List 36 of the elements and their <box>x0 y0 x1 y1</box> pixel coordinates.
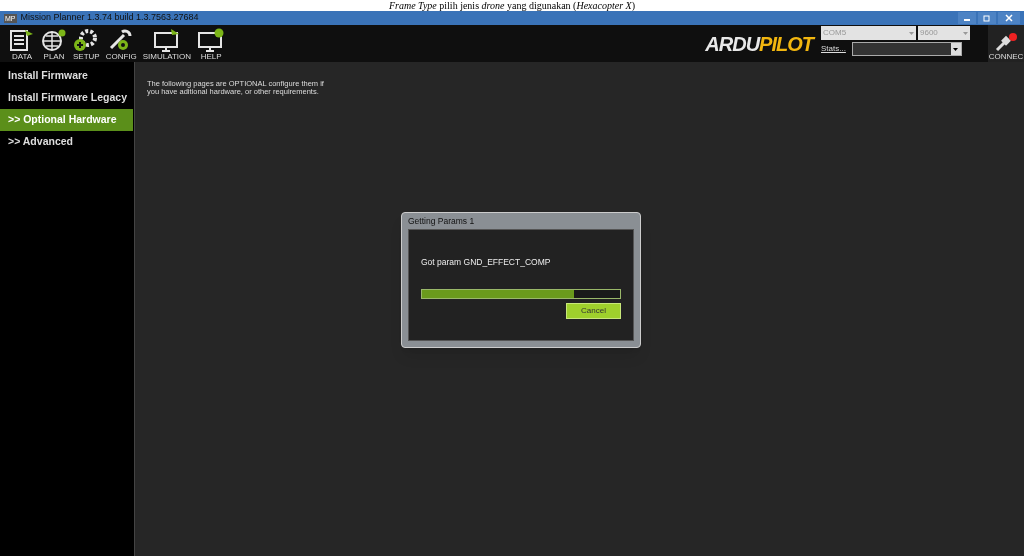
plug-icon <box>995 32 1017 52</box>
toolbar-button[interactable]: SETUP <box>70 28 103 62</box>
toolbar-button[interactable]: DATA <box>6 28 38 62</box>
port-value: COM5 <box>823 27 847 39</box>
mode-dropdown[interactable] <box>851 42 962 56</box>
toolbar-button[interactable]: SIMULATION <box>139 28 195 62</box>
logo-text: PILOT <box>759 32 813 55</box>
close-button[interactable] <box>998 12 1020 24</box>
caret-icon <box>963 31 968 35</box>
document-icon <box>9 28 35 52</box>
baud-value: 9600 <box>920 27 938 39</box>
logo-text: ARDU <box>705 32 760 55</box>
maximize-button[interactable] <box>978 12 996 24</box>
restore-icon <box>983 14 991 22</box>
caret-icon <box>953 47 959 51</box>
dialog-message: Got param GND_EFFECT_COMP <box>421 256 552 269</box>
globe-icon <box>41 28 67 52</box>
toolbar-button[interactable]: PLAN <box>38 28 70 62</box>
stats-link[interactable]: Stats... <box>821 43 846 55</box>
window-title: Mission Planner 1.3.74 build 1.3.7563.27684 <box>20 11 199 25</box>
gear-icon <box>73 28 100 52</box>
sidebar-item[interactable]: >> Optional Hardware <box>0 109 133 131</box>
toolbar-button[interactable]: HELP <box>194 28 229 62</box>
connect-button[interactable]: CONNEC <box>988 25 1024 62</box>
sidebar-item[interactable]: Install Firmware Legacy <box>0 87 134 109</box>
cancel-button[interactable]: Cancel <box>566 302 621 319</box>
dialog-title: Getting Params 1 <box>408 215 476 228</box>
sidebar-item[interactable]: >> Advanced <box>0 131 134 153</box>
monitor-icon <box>152 28 181 52</box>
close-icon <box>1005 14 1013 22</box>
caret-icon <box>909 31 914 35</box>
sidebar-item[interactable]: Install Firmware <box>0 65 134 87</box>
minimize-button[interactable] <box>958 12 976 24</box>
document-caption: Frame Type pilih jenis drone yang digunakan (Hexacopter X) <box>388 0 636 11</box>
toolbar-button[interactable]: CONFIG <box>102 28 140 62</box>
monitor-icon <box>197 28 226 52</box>
